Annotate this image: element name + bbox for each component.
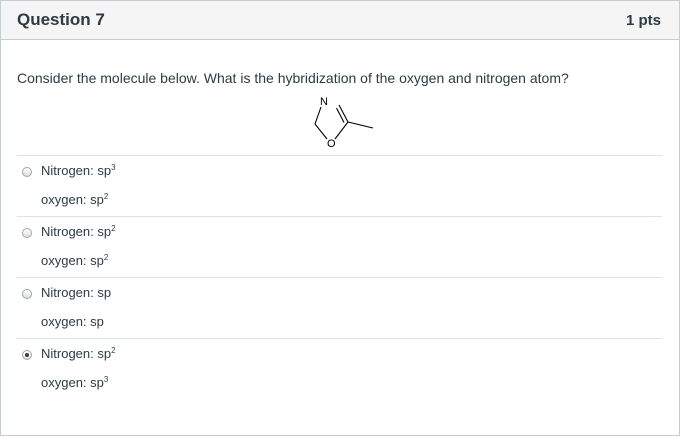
radio-button[interactable] (22, 167, 32, 177)
answer-nitrogen: Nitrogen: sp3 (41, 163, 116, 178)
answer-nitrogen: Nitrogen: sp (41, 285, 112, 300)
answer-oxygen: oxygen: sp (41, 314, 104, 329)
molecule-image: N O (314, 96, 374, 150)
answer-oxygen: oxygen: sp2 (41, 192, 109, 207)
answer-oxygen: oxygen: sp2 (41, 253, 109, 268)
question-header: Question 7 1 pts (1, 1, 679, 40)
radio-button[interactable] (22, 350, 32, 360)
question-card: Question 7 1 pts Consider the molecule b… (0, 0, 680, 436)
answer-nitrogen: Nitrogen: sp2 (41, 346, 116, 361)
radio-button[interactable] (22, 228, 32, 238)
answer-option[interactable]: Nitrogen: sp oxygen: sp (17, 278, 662, 339)
nitrogen-atom-label: N (320, 96, 328, 108)
question-text: Consider the molecule below. What is the… (17, 70, 569, 86)
answer-option[interactable]: Nitrogen: sp3 oxygen: sp2 (17, 156, 662, 217)
answer-list: Nitrogen: sp3 oxygen: sp2 Nitrogen: sp2 … (17, 155, 662, 400)
oxygen-atom-label: O (327, 138, 336, 150)
radio-button[interactable] (22, 289, 32, 299)
question-title: Question 7 (17, 10, 105, 29)
answer-nitrogen: Nitrogen: sp2 (41, 224, 116, 239)
question-points: 1 pts (625, 11, 661, 29)
answer-option[interactable]: Nitrogen: sp2 oxygen: sp2 (17, 217, 662, 278)
question-body: Consider the molecule below. What is the… (1, 70, 679, 400)
answer-option[interactable]: Nitrogen: sp2 oxygen: sp3 (17, 339, 662, 400)
answer-oxygen: oxygen: sp3 (41, 375, 109, 390)
